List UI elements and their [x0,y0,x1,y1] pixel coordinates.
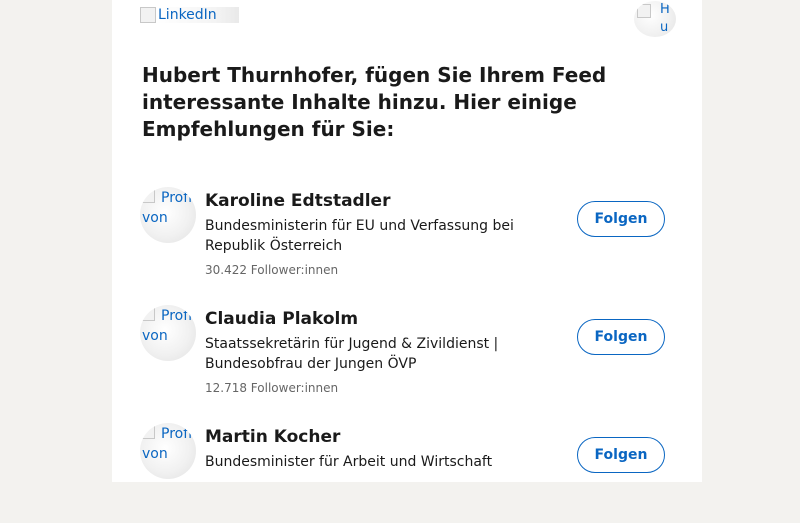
profile-picture[interactable]: Profilbild von [140,305,196,361]
profile-headline: Bundesminister für Arbeit und Wirtschaft [205,454,493,470]
follower-count: 12.718 Follower:innen [205,381,339,395]
profile-avatar[interactable]: Hube [634,1,676,37]
profile-headline: Bundesministerin für EU und Verfassung b… [205,218,514,254]
follow-button[interactable]: Folgen [577,201,665,237]
linkedin-logo-alt-text: LinkedIn [157,7,239,23]
follow-button[interactable]: Folgen [577,437,665,473]
broken-image-icon [637,4,651,18]
page-headline: Hubert Thurnhofer, fügen Sie Ihrem Feed … [142,63,607,141]
profile-picture[interactable]: Profilbild von [140,423,196,479]
profile-picture-alt-text: Profilbild von [142,426,196,462]
profile-name-link[interactable]: Karoline Edtstadler [205,190,390,212]
follow-button[interactable]: Folgen [577,319,665,355]
follower-count: 30.422 Follower:innen [205,263,339,277]
profile-picture-alt-text: Profilbild von [142,190,196,226]
email-card: LinkedIn Hube Hubert Thurnhofer, fügen S… [112,0,702,482]
recommendation-item: Profilbild von Claudia Plakolm Staatssek… [140,305,680,405]
recommendation-item: Profilbild von Karoline Edtstadler Bunde… [140,187,680,287]
profile-name-link[interactable]: Claudia Plakolm [205,308,358,330]
profile-picture[interactable]: Profilbild von [140,187,196,243]
profile-picture-alt-text: Profilbild von [142,308,196,344]
recommendation-item: Profilbild von Martin Kocher Bundesminis… [140,423,680,523]
linkedin-logo-link[interactable]: LinkedIn [140,5,239,25]
broken-image-icon [140,7,156,23]
profile-avatar-alt-text: Hube [660,2,670,35]
profile-headline: Staatssekretärin für Jugend & Zivildiens… [205,336,499,372]
profile-name-link[interactable]: Martin Kocher [205,426,340,448]
